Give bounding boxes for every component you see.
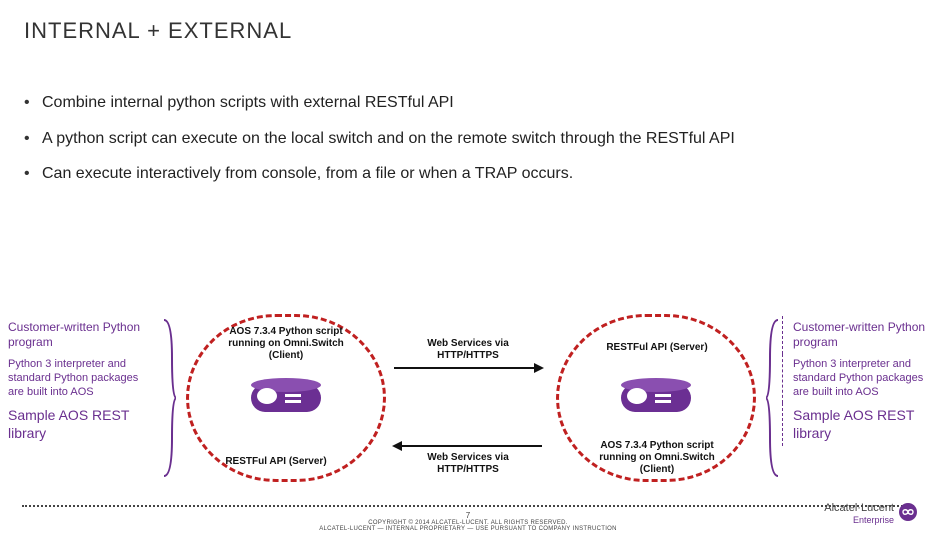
brace-icon (766, 318, 780, 478)
infinity-icon (898, 502, 918, 522)
bullet-list: Combine internal python scripts with ext… (24, 92, 912, 199)
brand-name: Alcatel·Lucent (824, 502, 894, 514)
brand-sub: Enterprise (853, 515, 894, 525)
left-components: Customer-written Python program Python 3… (4, 316, 159, 446)
label-web-bottom: Web Services via HTTP/HTTPS (398, 452, 538, 476)
bullet-item: Can execute interactively from console, … (24, 163, 912, 199)
label-web-top: Web Services via HTTP/HTTPS (398, 338, 538, 362)
label-client-right: AOS 7.3.4 Python script running on Omni.… (582, 440, 732, 476)
label-server-left: RESTFul API (Server) (206, 456, 346, 468)
arrow-left-icon (392, 440, 544, 452)
component-customer-program: Customer-written Python program (4, 316, 159, 354)
page-title: INTERNAL + EXTERNAL (24, 18, 912, 44)
bullet-item: A python script can execute on the local… (24, 128, 912, 164)
bullet-item: Combine internal python scripts with ext… (24, 92, 912, 128)
switch-icon (251, 378, 321, 418)
architecture-diagram: Customer-written Python program Python 3… (0, 312, 936, 512)
brand-logo: Alcatel·Lucent Enterprise (768, 500, 918, 530)
brace-icon (162, 318, 176, 478)
component-rest-library: Sample AOS REST library (782, 403, 936, 446)
component-python-interpreter: Python 3 interpreter and standard Python… (782, 354, 936, 403)
component-customer-program: Customer-written Python program (782, 316, 936, 354)
component-python-interpreter: Python 3 interpreter and standard Python… (4, 354, 159, 403)
component-rest-library: Sample AOS REST library (4, 403, 159, 446)
label-server-right: RESTFul API (Server) (582, 342, 732, 354)
label-client-left: AOS 7.3.4 Python script running on Omni.… (212, 326, 360, 362)
switch-icon (621, 378, 691, 418)
arrow-right-icon (392, 362, 544, 374)
right-components: Customer-written Python program Python 3… (782, 316, 936, 446)
